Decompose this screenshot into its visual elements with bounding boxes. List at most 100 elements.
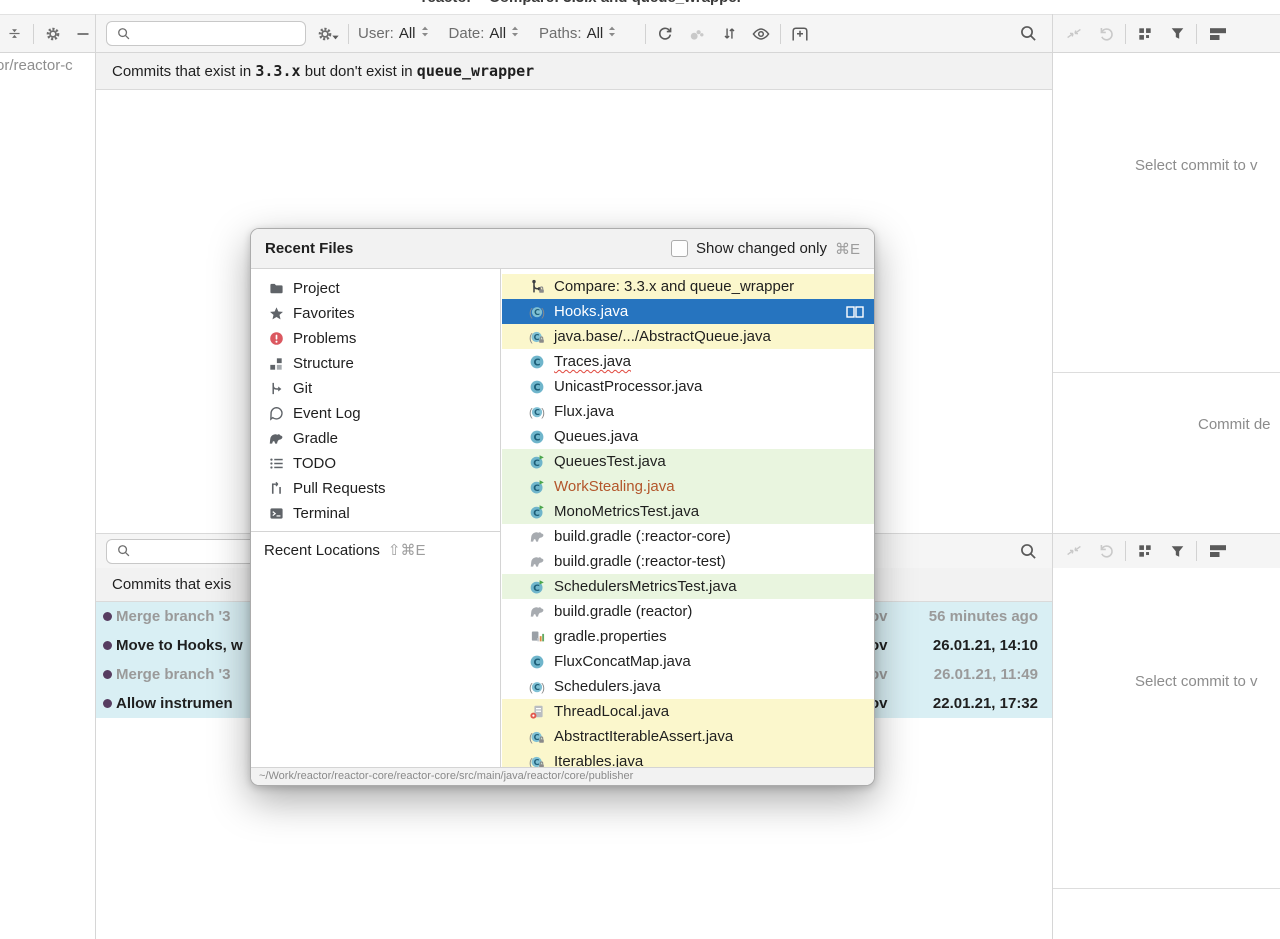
panel-divider[interactable] xyxy=(95,14,96,939)
tool-window-label: Git xyxy=(293,380,313,397)
recent-file-item[interactable]: C QueuesTest.java xyxy=(502,449,874,474)
log-filter-toolbar: User: All Date: All Paths: All xyxy=(96,15,1052,52)
new-tab-icon[interactable] xyxy=(790,23,810,45)
class-icon: C xyxy=(529,429,545,445)
class-lock-icon: (C xyxy=(529,729,545,745)
recent-locations-link[interactable]: Recent Locations ⇧⌘E xyxy=(251,537,500,563)
filter-label: Date: xyxy=(448,25,485,42)
eye-icon[interactable] xyxy=(751,23,771,45)
divider xyxy=(1125,541,1126,561)
tool-window-item-structure[interactable]: Structure xyxy=(251,351,500,376)
undo-icon xyxy=(1096,23,1116,45)
find-icon[interactable] xyxy=(1018,23,1038,45)
recent-file-item[interactable]: C MonoMetricsTest.java xyxy=(502,499,874,524)
find-icon[interactable] xyxy=(1018,540,1038,562)
branch-lock-icon xyxy=(529,279,545,295)
stepper-icon xyxy=(509,25,519,42)
recent-file-item[interactable]: (C) Hooks.java xyxy=(502,299,874,324)
tool-window-label: Event Log xyxy=(293,405,361,422)
divider xyxy=(1196,541,1197,561)
stepper-icon xyxy=(606,25,616,42)
svg-text:C: C xyxy=(534,333,540,342)
tool-window-item-favorites[interactable]: Favorites xyxy=(251,301,500,326)
recent-file-item[interactable]: build.gradle (:reactor-test) xyxy=(502,549,874,574)
recent-file-item[interactable]: Compare: 3.3.x and queue_wrapper xyxy=(502,274,874,299)
thread-icon xyxy=(529,704,545,720)
tool-window-label: Gradle xyxy=(293,430,339,447)
recent-file-item[interactable]: build.gradle (:reactor-core) xyxy=(502,524,874,549)
recent-file-item[interactable]: (C) Schedulers.java xyxy=(502,674,874,699)
grid-options-icon[interactable] xyxy=(1135,540,1155,562)
file-name: FluxConcatMap.java xyxy=(554,653,691,670)
recent-file-item[interactable]: gradle.properties xyxy=(502,624,874,649)
tool-window-item-git[interactable]: Git xyxy=(251,376,500,401)
tool-window-item-pull-requests[interactable]: Pull Requests xyxy=(251,476,500,501)
file-name: Iterables.java xyxy=(554,753,644,767)
recent-file-item[interactable]: C SchedulersMetricsTest.java xyxy=(502,574,874,599)
branch-name: 3.3.x xyxy=(255,62,301,80)
header-text: Commits that exis xyxy=(112,576,232,593)
sort-icon[interactable] xyxy=(719,23,739,45)
recent-file-item[interactable]: C Queues.java xyxy=(502,424,874,449)
left-rail-toolbar xyxy=(0,23,96,45)
recent-file-item[interactable]: C WorkStealing.java xyxy=(502,474,874,499)
collapse-vertical-icon[interactable] xyxy=(4,23,24,45)
svg-text:C: C xyxy=(534,657,541,668)
tool-window-item-event-log[interactable]: Event Log xyxy=(251,401,500,426)
top-toolbar-band: User: All Date: All Paths: All xyxy=(0,14,1280,53)
shortcut-hint: ⇧⌘E xyxy=(387,542,426,559)
popup-title: Recent Files xyxy=(265,240,354,257)
layout-options-icon[interactable] xyxy=(1206,540,1230,562)
grid-options-icon[interactable] xyxy=(1135,23,1155,45)
tool-window-item-terminal[interactable]: Terminal xyxy=(251,501,500,526)
file-name: QueuesTest.java xyxy=(554,453,666,470)
tool-window-item-project[interactable]: Project xyxy=(251,276,500,301)
tool-window-item-gradle[interactable]: Gradle xyxy=(251,426,500,451)
recent-file-item[interactable]: C FluxConcatMap.java xyxy=(502,649,874,674)
recent-file-item[interactable]: (C java.base/.../AbstractQueue.java xyxy=(502,324,874,349)
paths-filter[interactable]: Paths: All xyxy=(539,25,616,42)
svg-text:): ) xyxy=(541,307,545,319)
filter-icon[interactable] xyxy=(1167,23,1187,45)
refresh-icon[interactable] xyxy=(655,23,675,45)
test-icon: C xyxy=(529,479,545,495)
divider xyxy=(251,531,500,532)
layout-options-icon[interactable] xyxy=(1206,23,1230,45)
select-commit-message: Select commit to v xyxy=(1135,673,1258,690)
compare-header: Commits that exist in 3.3.x but don't ex… xyxy=(96,53,1052,90)
filter-icon[interactable] xyxy=(1167,540,1187,562)
gradle-file-icon xyxy=(529,554,545,570)
split-view-icon[interactable] xyxy=(846,305,864,318)
date-filter[interactable]: Date: All xyxy=(449,25,520,42)
class-icon: C xyxy=(529,654,545,670)
show-changed-only-checkbox[interactable] xyxy=(671,240,689,257)
todo-icon xyxy=(268,456,284,472)
recent-file-item[interactable]: (C AbstractIterableAssert.java xyxy=(502,724,874,749)
gear-icon[interactable] xyxy=(43,23,63,45)
popup-header: Recent Files Show changed only ⌘E xyxy=(251,229,874,269)
svg-text:): ) xyxy=(541,407,545,419)
divider xyxy=(348,23,349,44)
divider xyxy=(1125,23,1126,44)
commit-date: 26.01.21, 11:49 xyxy=(933,666,1038,683)
recent-file-item[interactable]: build.gradle (reactor) xyxy=(502,599,874,624)
class-lock-icon: (C xyxy=(529,754,545,767)
recent-file-item[interactable]: ThreadLocal.java xyxy=(502,699,874,724)
filter-label: Paths: xyxy=(539,25,582,42)
recent-file-item[interactable]: C UnicastProcessor.java xyxy=(502,374,874,399)
recent-file-item[interactable]: (C Iterables.java xyxy=(502,749,874,767)
recent-file-item[interactable]: (C) Flux.java xyxy=(502,399,874,424)
svg-text:C: C xyxy=(533,583,540,593)
search-icon xyxy=(114,23,134,45)
panel-divider[interactable] xyxy=(1052,14,1053,939)
tool-window-item-problems[interactable]: Problems xyxy=(251,326,500,351)
problems-icon xyxy=(268,331,284,347)
test-icon: C xyxy=(529,454,545,470)
git-icon xyxy=(268,381,284,397)
user-filter[interactable]: User: All xyxy=(358,25,429,42)
tool-window-item-todo[interactable]: TODO xyxy=(251,451,500,476)
tool-window-label: Project xyxy=(293,280,340,297)
log-search-input[interactable] xyxy=(106,21,306,46)
hide-icon[interactable] xyxy=(73,23,93,45)
recent-file-item[interactable]: C Traces.java xyxy=(502,349,874,374)
